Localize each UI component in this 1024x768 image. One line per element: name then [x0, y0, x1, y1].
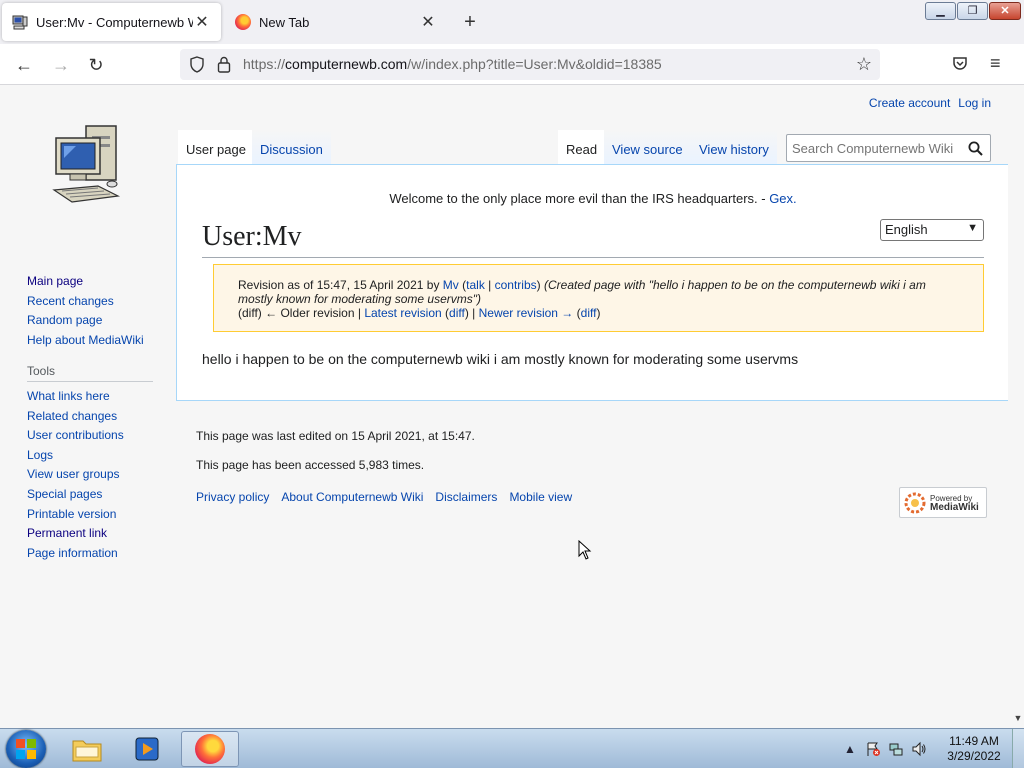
- tab-discussion[interactable]: Discussion: [252, 130, 331, 164]
- system-tray: ▲: [842, 729, 934, 768]
- web-page: Create account Log in Main page Recent ch…: [0, 86, 1012, 728]
- revision-user-link[interactable]: Mv: [443, 278, 459, 292]
- newer-diff-link[interactable]: diff: [581, 306, 597, 320]
- taskbar: ▲ 11:49 AM 3/29/2022: [0, 728, 1024, 768]
- personal-tools: Create account Log in: [861, 96, 991, 110]
- action-center-flag-icon[interactable]: [865, 741, 881, 757]
- sidebar-item-related-changes[interactable]: Related changes: [27, 409, 117, 423]
- tracking-shield-icon[interactable]: [189, 56, 205, 76]
- forward-button[interactable]: →: [47, 51, 75, 79]
- url-text[interactable]: https://computernewb.com/w/index.php?tit…: [243, 56, 662, 72]
- back-button[interactable]: ←: [10, 51, 38, 79]
- sidebar-navigation: Main page Recent changes Random page Hel…: [27, 272, 144, 350]
- revision-contribs-link[interactable]: contribs: [495, 278, 537, 292]
- scroll-down-arrow-icon[interactable]: ▼: [1012, 713, 1024, 723]
- tab-new-tab[interactable]: New Tab ✕: [225, 3, 447, 41]
- sidebar-item-page-information[interactable]: Page information: [27, 546, 118, 560]
- footer-info: This page was last edited on 15 April 20…: [196, 429, 475, 487]
- page-body-text: hello i happen to be on the computernewb…: [202, 351, 799, 367]
- create-account-link[interactable]: Create account: [869, 96, 950, 110]
- lock-icon[interactable]: [217, 56, 231, 76]
- close-window-button[interactable]: ✕: [989, 2, 1021, 20]
- language-select[interactable]: English ▼: [880, 219, 984, 241]
- taskbar-media-player[interactable]: [118, 731, 176, 767]
- sidebar-item-printable-version[interactable]: Printable version: [27, 507, 116, 521]
- minimize-button[interactable]: ▁: [925, 2, 956, 20]
- log-in-link[interactable]: Log in: [958, 96, 991, 110]
- url-bar[interactable]: https://computernewb.com/w/index.php?tit…: [180, 49, 880, 80]
- search-box: [786, 134, 991, 162]
- revision-talk-link[interactable]: talk: [466, 278, 485, 292]
- search-input[interactable]: [787, 135, 962, 161]
- mediawiki-flower-icon: [904, 492, 926, 513]
- sidebar-item-permanent-link[interactable]: Permanent link: [27, 526, 107, 540]
- latest-diff-link[interactable]: diff: [449, 306, 465, 320]
- sidebar-item-what-links-here[interactable]: What links here: [27, 389, 110, 403]
- sidebar-item-random-page[interactable]: Random page: [27, 313, 102, 327]
- firefox-icon: [195, 734, 225, 764]
- browser-tab-bar: User:Mv - Computernewb Wiki ✕ New Tab ✕ …: [0, 0, 1024, 44]
- mobile-view-link[interactable]: Mobile view: [509, 490, 572, 504]
- show-hidden-icons-icon[interactable]: ▲: [842, 741, 858, 757]
- taskbar-clock[interactable]: 11:49 AM 3/29/2022: [939, 734, 1009, 764]
- bookmark-star-icon[interactable]: ☆: [856, 54, 872, 75]
- maximize-button[interactable]: ❐: [957, 2, 988, 20]
- footer-links: Privacy policy About Computernewb Wiki Dis…: [196, 490, 584, 504]
- taskbar-firefox[interactable]: [181, 731, 239, 767]
- computer-logo[interactable]: [52, 124, 124, 213]
- tab-close-icon[interactable]: ✕: [419, 12, 437, 32]
- sidebar-item-logs[interactable]: Logs: [27, 448, 53, 462]
- revision-info-box: Revision as of 15:47, 15 April 2021 by M…: [213, 264, 984, 332]
- sidebar-item-special-pages[interactable]: Special pages: [27, 487, 102, 501]
- site-notice: Welcome to the only place more evil than…: [389, 191, 797, 206]
- reload-button[interactable]: ↻: [82, 51, 110, 79]
- tab-title: New Tab: [259, 14, 310, 30]
- sidebar-item-main-page[interactable]: Main page: [27, 274, 83, 288]
- footer-last-edited: This page was last edited on 15 April 20…: [196, 429, 475, 443]
- disclaimers-link[interactable]: Disclaimers: [435, 490, 497, 504]
- footer-view-count: This page has been accessed 5,983 times.: [196, 458, 425, 472]
- hamburger-menu-icon[interactable]: ≡: [990, 53, 1001, 74]
- sidebar-item-help[interactable]: Help about MediaWiki: [27, 333, 144, 347]
- latest-revision-link[interactable]: Latest revision: [364, 306, 441, 320]
- taskbar-file-explorer[interactable]: [58, 731, 116, 767]
- windows-logo-icon: [16, 739, 36, 759]
- new-tab-button[interactable]: +: [458, 11, 482, 35]
- about-link[interactable]: About Computernewb Wiki: [281, 490, 423, 504]
- start-button[interactable]: [6, 730, 46, 768]
- gex-link[interactable]: Gex.: [769, 191, 796, 206]
- sidebar-item-recent-changes[interactable]: Recent changes: [27, 294, 114, 308]
- tab-title: User:Mv - Computernewb Wiki: [36, 14, 193, 30]
- powered-by-mediawiki-badge[interactable]: Powered by MediaWiki: [899, 487, 987, 518]
- search-icon[interactable]: [968, 141, 983, 159]
- content-area: Welcome to the only place more evil than…: [176, 164, 1008, 401]
- clock-date: 3/29/2022: [947, 749, 1001, 763]
- tab-close-icon[interactable]: ✕: [193, 12, 211, 32]
- navigation-toolbar: ← → ↻ https://computernewb.com/w/index.p…: [0, 44, 1024, 85]
- mouse-cursor-icon: [578, 539, 592, 563]
- wiki-favicon-icon: [12, 14, 28, 30]
- show-desktop-button[interactable]: [1012, 729, 1024, 768]
- volume-icon[interactable]: [911, 741, 927, 757]
- tab-read[interactable]: Read: [558, 130, 606, 164]
- chevron-down-icon: ▼: [967, 222, 978, 234]
- pocket-icon[interactable]: [952, 55, 968, 74]
- page-title: User:Mv: [202, 219, 984, 258]
- privacy-policy-link[interactable]: Privacy policy: [196, 490, 269, 504]
- media-player-icon: [135, 737, 159, 761]
- sidebar-item-user-contributions[interactable]: User contributions: [27, 428, 124, 442]
- folder-icon: [72, 740, 102, 762]
- tab-view-history[interactable]: View history: [691, 130, 777, 164]
- vertical-scrollbar[interactable]: [1012, 86, 1024, 728]
- sidebar-item-view-user-groups[interactable]: View user groups: [27, 467, 120, 481]
- clock-time: 11:49 AM: [949, 734, 999, 748]
- firefox-favicon-icon: [235, 14, 251, 30]
- tab-user-mv[interactable]: User:Mv - Computernewb Wiki ✕: [2, 3, 221, 41]
- tab-view-source[interactable]: View source: [604, 130, 691, 164]
- tools-heading: Tools: [27, 364, 153, 382]
- newer-revision-link[interactable]: Newer revision →: [479, 306, 574, 320]
- network-icon[interactable]: [888, 741, 904, 757]
- tab-user-page[interactable]: User page: [178, 130, 254, 164]
- sidebar-tools: What links here Related changes User con…: [27, 387, 124, 563]
